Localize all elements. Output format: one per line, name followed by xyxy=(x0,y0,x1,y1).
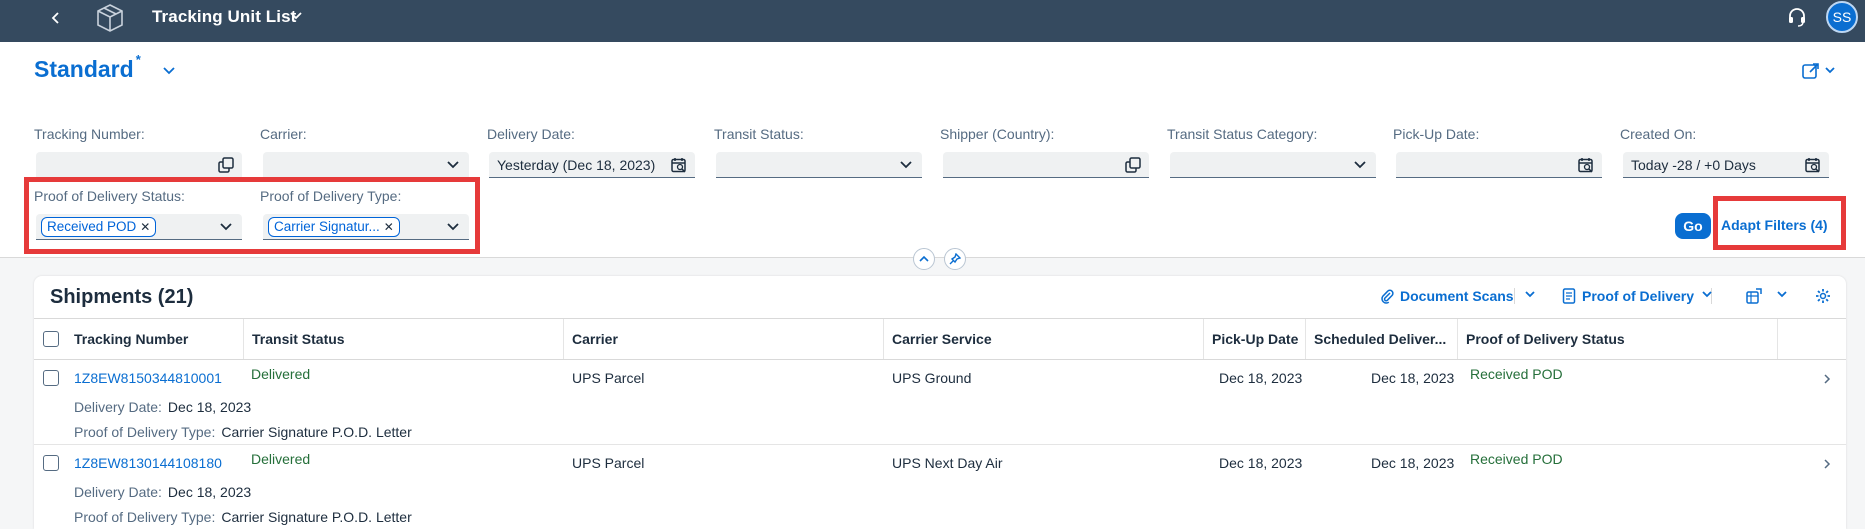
pod-status-text: Received POD xyxy=(1470,451,1563,467)
select-all-checkbox[interactable] xyxy=(43,331,59,347)
carrier-text: UPS Parcel xyxy=(572,370,645,386)
tracking-number-link[interactable]: 1Z8EW8150344810001 xyxy=(74,370,222,386)
calendar-icon[interactable] xyxy=(671,157,687,173)
delivery-date-attribute: Delivery Date: Dec 18, 2023 xyxy=(74,484,252,500)
transit-status-text: Delivered xyxy=(251,366,311,382)
shipments-table-panel: Shipments (21) Document Scans Proof of D… xyxy=(34,276,1846,529)
highlight-box-adapt-filters xyxy=(1713,196,1846,250)
pickup-date-text: Dec 18, 2023 xyxy=(1219,455,1303,471)
chevron-down-icon[interactable] xyxy=(289,9,303,28)
chevron-right-icon[interactable] xyxy=(1822,372,1832,390)
carrier-select[interactable] xyxy=(263,152,469,178)
pod-status-text: Received POD xyxy=(1470,366,1563,382)
filter-label-tracking-number: Tracking Number: xyxy=(34,126,145,142)
variant-title[interactable]: Standard * xyxy=(34,52,141,83)
headset-icon[interactable] xyxy=(1786,6,1808,28)
filter-label-transit-status-category: Transit Status Category: xyxy=(1167,126,1318,142)
value-help-icon[interactable] xyxy=(218,157,234,173)
highlight-box-pod-filters xyxy=(24,177,480,254)
table-row[interactable]: 1Z8EW8150344810001 Delivered UPS Parcel … xyxy=(34,360,1846,445)
delivery-date-input[interactable]: Yesterday (Dec 18, 2023) xyxy=(489,152,695,178)
pin-header-button[interactable] xyxy=(944,248,966,270)
transit-status-category-select[interactable] xyxy=(1170,152,1376,178)
scheduled-delivery-text: Dec 18, 2023 xyxy=(1371,370,1455,386)
chevron-down-icon[interactable] xyxy=(162,64,176,83)
filter-label-carrier: Carrier: xyxy=(260,126,307,142)
variant-modified-indicator: * xyxy=(135,52,141,67)
table-row[interactable]: 1Z8EW8130144108180 Delivered UPS Parcel … xyxy=(34,445,1846,529)
created-on-input[interactable]: Today -28 / +0 Days xyxy=(1623,152,1829,178)
app-logo-icon[interactable] xyxy=(96,3,124,33)
carrier-service-text: UPS Next Day Air xyxy=(892,455,1003,471)
pod-type-attribute: Proof of Delivery Type: Carrier Signature… xyxy=(74,424,412,440)
table-header-row: Tracking Number Transit Status Carrier C… xyxy=(34,318,1846,360)
go-button[interactable]: Go xyxy=(1675,213,1711,239)
chevron-down-icon[interactable] xyxy=(898,157,914,173)
collapse-header-button[interactable] xyxy=(913,248,935,270)
table-title: Shipments (21) xyxy=(50,286,194,308)
user-avatar[interactable]: SS xyxy=(1826,1,1858,33)
calendar-icon[interactable] xyxy=(1578,157,1594,173)
settings-gear-icon[interactable] xyxy=(1815,288,1831,304)
document-icon xyxy=(1562,288,1576,304)
back-icon[interactable] xyxy=(46,8,66,28)
chevron-down-icon[interactable] xyxy=(1352,157,1368,173)
export-icon[interactable] xyxy=(1746,288,1762,304)
calendar-icon[interactable] xyxy=(1805,157,1821,173)
column-header-pod-status[interactable]: Proof of Delivery Status xyxy=(1458,319,1778,359)
column-header-carrier-service[interactable]: Carrier Service xyxy=(884,319,1204,359)
app-title[interactable]: Tracking Unit List xyxy=(152,7,296,27)
shipper-country-input[interactable] xyxy=(943,152,1149,178)
row-checkbox[interactable] xyxy=(43,370,59,386)
filter-label-transit-status: Transit Status: xyxy=(714,126,804,142)
chevron-down-icon[interactable] xyxy=(1524,288,1536,300)
filter-label-created-on: Created On: xyxy=(1620,126,1697,142)
column-header-pickup-date[interactable]: Pick-Up Date xyxy=(1204,319,1306,359)
proof-of-delivery-button[interactable]: Proof of Delivery xyxy=(1562,288,1694,304)
filter-label-pickup-date: Pick-Up Date: xyxy=(1393,126,1480,142)
column-header-scheduled-delivery[interactable]: Scheduled Deliver... xyxy=(1306,319,1458,359)
chevron-down-icon[interactable] xyxy=(1776,288,1788,300)
tracking-number-link[interactable]: 1Z8EW8130144108180 xyxy=(74,455,222,471)
transit-status-text: Delivered xyxy=(251,451,311,467)
carrier-text: UPS Parcel xyxy=(572,455,645,471)
filter-label-delivery-date: Delivery Date: xyxy=(487,126,575,142)
scheduled-delivery-text: Dec 18, 2023 xyxy=(1371,455,1455,471)
chevron-down-icon[interactable] xyxy=(445,157,461,173)
tracking-number-input[interactable] xyxy=(36,152,242,178)
pickup-date-input[interactable] xyxy=(1396,152,1602,178)
shell-bar: Tracking Unit List SS xyxy=(0,0,1865,42)
share-icon[interactable] xyxy=(1802,62,1838,85)
column-header-carrier[interactable]: Carrier xyxy=(564,319,884,359)
carrier-service-text: UPS Ground xyxy=(892,370,972,386)
column-header-tracking-number[interactable]: Tracking Number xyxy=(66,319,244,359)
pickup-date-text: Dec 18, 2023 xyxy=(1219,370,1303,386)
pod-type-attribute: Proof of Delivery Type: Carrier Signature… xyxy=(74,509,412,525)
paperclip-icon xyxy=(1381,289,1394,304)
value-help-icon[interactable] xyxy=(1125,157,1141,173)
toolbar-separator xyxy=(1514,288,1515,304)
transit-status-select[interactable] xyxy=(716,152,922,178)
chevron-down-icon[interactable] xyxy=(1701,288,1713,300)
chevron-right-icon[interactable] xyxy=(1822,457,1832,475)
filter-label-shipper-country: Shipper (Country): xyxy=(940,126,1055,142)
delivery-date-attribute: Delivery Date: Dec 18, 2023 xyxy=(74,399,252,415)
document-scans-button[interactable]: Document Scans xyxy=(1380,288,1514,304)
column-header-transit-status[interactable]: Transit Status xyxy=(244,319,564,359)
row-checkbox[interactable] xyxy=(43,455,59,471)
